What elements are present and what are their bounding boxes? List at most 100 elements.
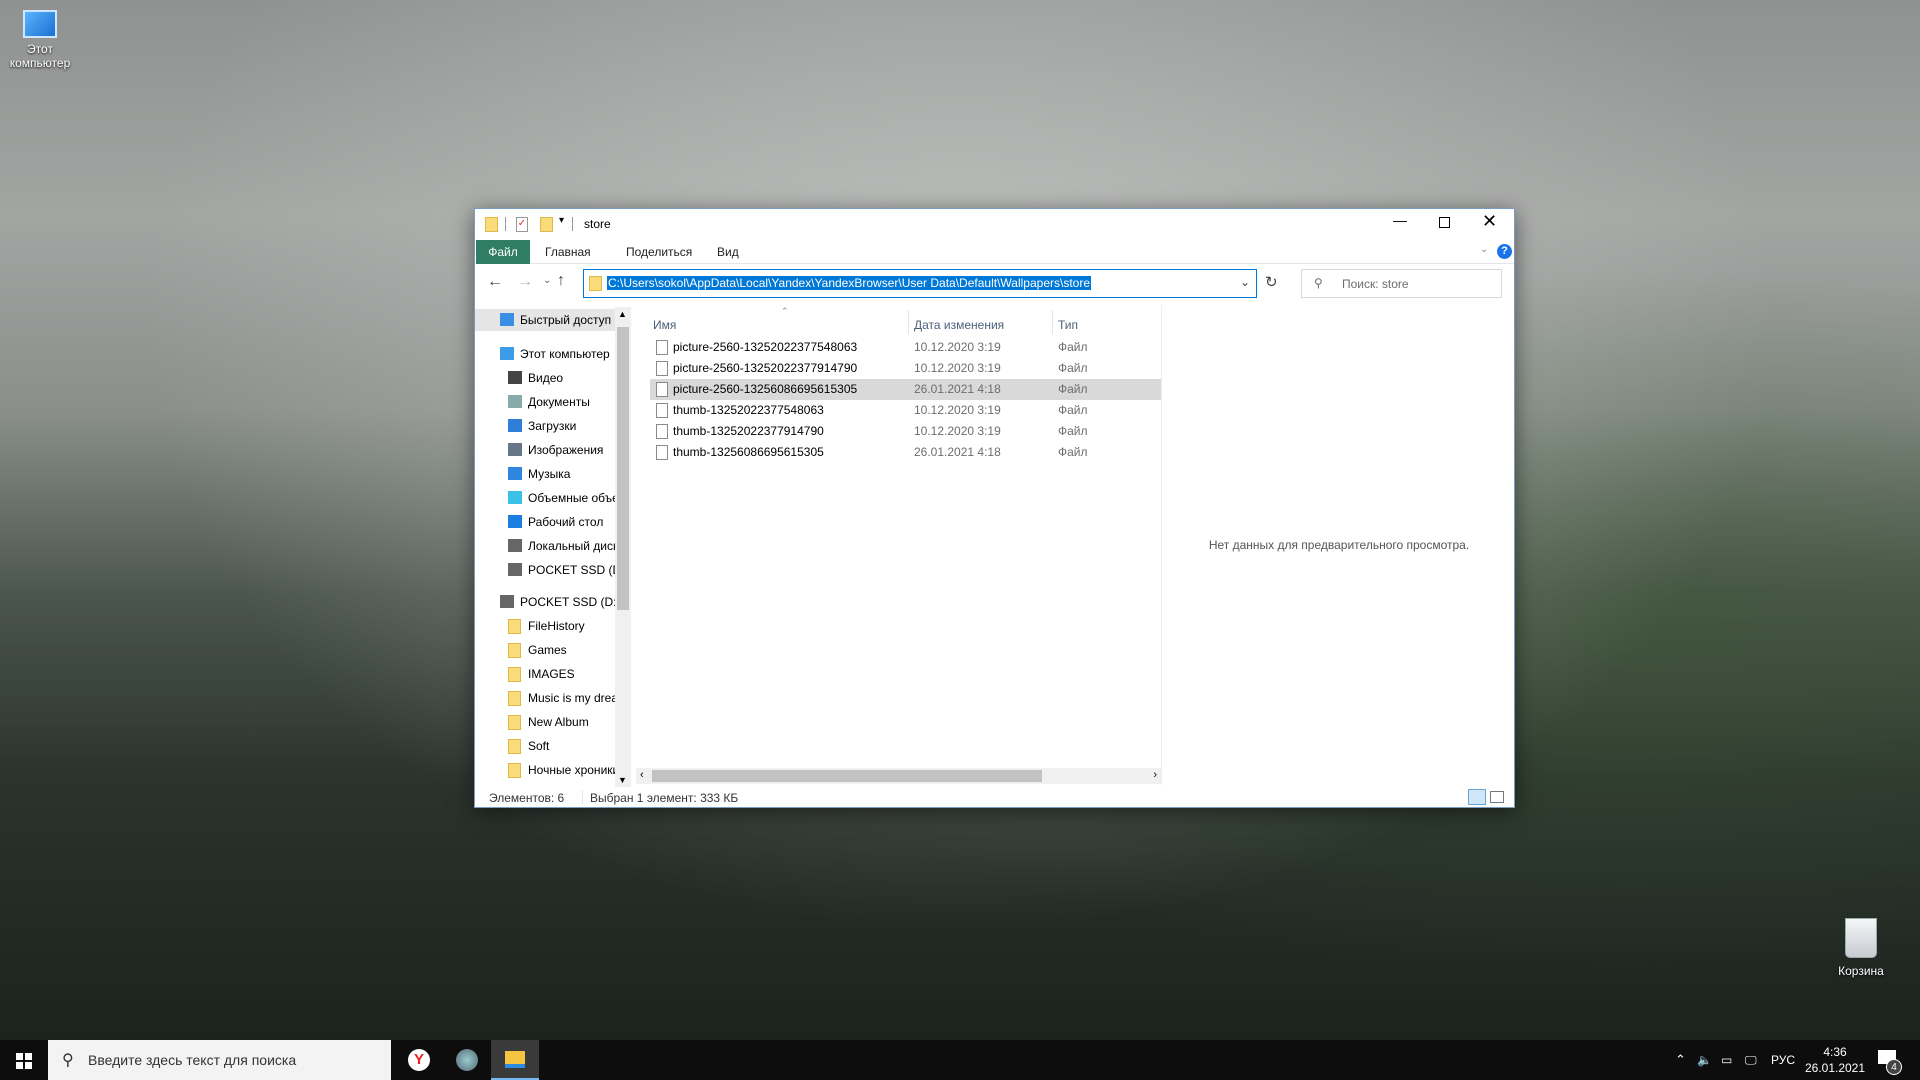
file-icon bbox=[656, 382, 668, 397]
details-view-button[interactable] bbox=[1468, 789, 1486, 805]
nav-item[interactable]: Локальный диск bbox=[475, 535, 615, 557]
column-headers: ⌃ Имя Дата изменения Тип bbox=[653, 306, 1163, 334]
nav-item-label: Изображения bbox=[528, 443, 604, 457]
language-indicator[interactable]: РУС bbox=[1771, 1040, 1795, 1080]
column-name[interactable]: Имя bbox=[653, 318, 676, 332]
new-folder-icon[interactable] bbox=[540, 217, 553, 232]
yandex-browser-button[interactable]: Y bbox=[395, 1040, 443, 1080]
search-input[interactable]: Поиск: store bbox=[1342, 277, 1409, 291]
horizontal-scrollbar[interactable]: ‹ › bbox=[636, 768, 1161, 784]
nav-item-label: Музыка bbox=[528, 467, 571, 481]
desktop-icon-this-pc[interactable]: Этот компьютер bbox=[0, 10, 80, 70]
scroll-left-icon[interactable]: ‹ bbox=[640, 769, 644, 781]
nav-scrollbar[interactable]: ▲ ▼ bbox=[615, 307, 631, 787]
horizontal-scrollbar-thumb[interactable] bbox=[652, 770, 1042, 782]
column-type[interactable]: Тип bbox=[1058, 318, 1078, 332]
tab-view[interactable]: Вид bbox=[707, 240, 749, 264]
nav-item[interactable]: Games bbox=[475, 639, 615, 661]
address-bar[interactable]: C:\Users\sokol\AppData\Local\Yandex\Yand… bbox=[583, 269, 1257, 298]
nav-item[interactable]: Изображения bbox=[475, 439, 615, 461]
file-row[interactable]: picture-2560-13252022377548063 10.12.2020… bbox=[650, 337, 1161, 358]
clock[interactable]: 4:36 26.01.2021 bbox=[1800, 1044, 1870, 1076]
status-item-count: Элементов: 6 bbox=[489, 791, 565, 805]
file-type: Файл bbox=[1058, 445, 1088, 459]
drive-icon bbox=[500, 595, 514, 608]
file-type: Файл bbox=[1058, 382, 1088, 396]
nav-item[interactable]: Рабочий стол bbox=[475, 511, 615, 533]
nav-item[interactable]: Soft bbox=[475, 735, 615, 757]
nav-item-label: Ночные хроники bbox=[528, 763, 615, 777]
taskbar-search[interactable]: ⚲ Введите здесь текст для поиска bbox=[48, 1040, 391, 1080]
start-button[interactable] bbox=[0, 1040, 48, 1080]
nav-item[interactable]: Музыка bbox=[475, 463, 615, 485]
customize-toolbar-icon[interactable]: ▾ bbox=[559, 215, 564, 226]
taskbar-search-input[interactable]: Введите здесь текст для поиска bbox=[88, 1052, 296, 1068]
scroll-up-icon[interactable]: ▲ bbox=[618, 309, 627, 319]
address-dropdown-icon[interactable]: ⌄ bbox=[1240, 275, 1250, 289]
refresh-button[interactable]: ↻ bbox=[1265, 273, 1278, 291]
app-icon bbox=[456, 1049, 478, 1071]
app-button[interactable] bbox=[443, 1040, 491, 1080]
minimize-button[interactable]: — bbox=[1393, 212, 1407, 228]
scroll-right-icon[interactable]: › bbox=[1153, 769, 1157, 781]
nav-item[interactable]: Документы bbox=[475, 391, 615, 413]
tab-share[interactable]: Поделиться bbox=[616, 240, 702, 264]
file-row[interactable]: thumb-13252022377548063 10.12.2020 3:19 Фа… bbox=[650, 400, 1161, 421]
nav-item[interactable]: Объемные объекты bbox=[475, 487, 615, 509]
divider bbox=[505, 217, 506, 231]
search-icon: ⚲ bbox=[62, 1052, 74, 1069]
divider bbox=[908, 310, 909, 334]
nav-item[interactable]: Загрузки bbox=[475, 415, 615, 437]
tab-home[interactable]: Главная bbox=[535, 240, 601, 264]
nav-item-label: Music is my dream bbox=[528, 691, 615, 705]
battery-icon[interactable]: ▭ bbox=[1721, 1040, 1732, 1080]
column-date[interactable]: Дата изменения bbox=[914, 318, 1004, 332]
help-icon[interactable]: ? bbox=[1497, 244, 1512, 259]
desktop-icon-recycle-bin[interactable]: Корзина bbox=[1821, 918, 1901, 978]
scroll-down-icon[interactable]: ▼ bbox=[618, 775, 627, 785]
file-explorer-button[interactable] bbox=[491, 1040, 539, 1080]
volume-icon[interactable]: 🔈 bbox=[1697, 1040, 1712, 1080]
recent-locations-button[interactable]: ⌄ bbox=[543, 275, 551, 286]
back-button[interactable]: ← bbox=[487, 273, 503, 291]
maximize-button[interactable] bbox=[1439, 217, 1450, 228]
file-type: Файл bbox=[1058, 424, 1088, 438]
desktop-icon bbox=[508, 515, 522, 528]
up-button[interactable]: ↑ bbox=[557, 272, 565, 290]
file-row[interactable]: thumb-13256086695615305 26.01.2021 4:18 Фа… bbox=[650, 442, 1161, 463]
nav-item[interactable]: POCKET SSD (D:) bbox=[475, 591, 615, 613]
file-row[interactable]: picture-2560-13252022377914790 10.12.2020… bbox=[650, 358, 1161, 379]
show-hidden-icons-button[interactable]: ⌃ bbox=[1675, 1040, 1686, 1080]
file-type: Файл bbox=[1058, 340, 1088, 354]
nav-item[interactable]: Быстрый доступ bbox=[475, 309, 615, 331]
folder-icon bbox=[508, 667, 521, 682]
properties-icon[interactable]: ✓ bbox=[516, 217, 528, 232]
nav-item[interactable]: New Album bbox=[475, 711, 615, 733]
nav-item[interactable]: Ночные хроники bbox=[475, 759, 615, 781]
search-box[interactable]: ⚲ Поиск: store bbox=[1301, 269, 1502, 298]
close-button[interactable]: ✕ bbox=[1482, 211, 1497, 232]
pictures-icon bbox=[508, 443, 522, 456]
tab-file[interactable]: Файл bbox=[476, 240, 530, 264]
address-input[interactable]: C:\Users\sokol\AppData\Local\Yandex\Yand… bbox=[607, 276, 1091, 290]
expand-ribbon-icon[interactable]: ⌄ bbox=[1480, 244, 1488, 255]
forward-button[interactable]: → bbox=[517, 273, 533, 291]
nav-item[interactable]: FileHistory bbox=[475, 615, 615, 637]
nav-item[interactable]: Music is my dream bbox=[475, 687, 615, 709]
nav-item[interactable]: Видео bbox=[475, 367, 615, 389]
nav-scrollbar-thumb[interactable] bbox=[617, 327, 629, 610]
title-bar: ✓ ▾ store — ✕ bbox=[475, 209, 1514, 240]
documents-icon bbox=[508, 395, 522, 408]
nav-item-label: Soft bbox=[528, 739, 550, 753]
nav-item[interactable]: Этот компьютер bbox=[475, 343, 615, 365]
desktop-icon-label: Корзина bbox=[1838, 964, 1884, 978]
file-row[interactable]: thumb-13252022377914790 10.12.2020 3:19 Фа… bbox=[650, 421, 1161, 442]
file-row[interactable]: picture-2560-13256086695615305 26.01.2021… bbox=[650, 379, 1161, 400]
network-icon[interactable]: 🖵 bbox=[1745, 1040, 1757, 1080]
file-type: Файл bbox=[1058, 403, 1088, 417]
nav-item[interactable]: POCKET SSD (D:) bbox=[475, 559, 615, 581]
file-date: 26.01.2021 4:18 bbox=[914, 445, 1001, 459]
nav-item[interactable]: IMAGES bbox=[475, 663, 615, 685]
yandex-icon: Y bbox=[408, 1049, 430, 1071]
large-icons-view-button[interactable] bbox=[1490, 791, 1504, 803]
